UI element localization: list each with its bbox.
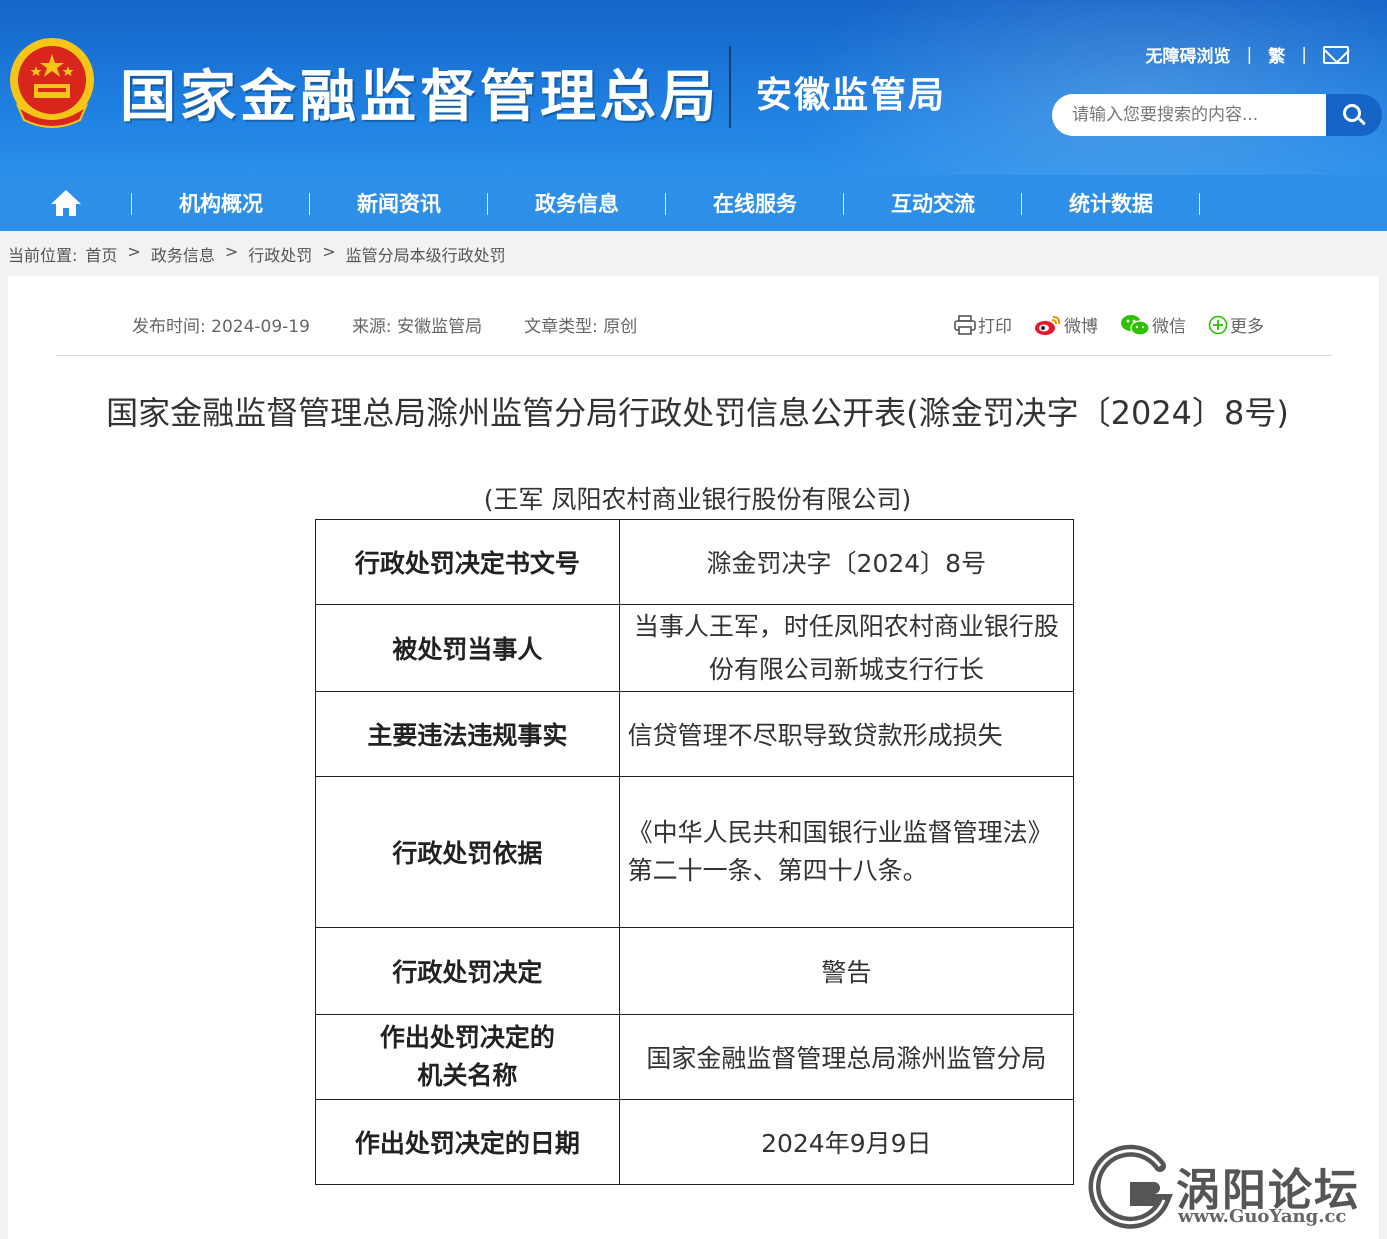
row-key: 作出处罚决定的日期 [315, 1099, 620, 1185]
traditional-chinese-link[interactable]: 繁 [1268, 42, 1285, 67]
row-value: 2024年9月9日 [618, 1099, 1075, 1185]
link-separator: | [1246, 44, 1253, 65]
table-row: 行政处罚依据 《中华人民共和国银行业监督管理法》第二十一条、第四十八条。 [315, 776, 1075, 928]
forum-watermark: 涡阳论坛 www.GuoYang.cc [1088, 1140, 1383, 1232]
more-label: 更多 [1230, 317, 1264, 337]
header-divider [729, 46, 731, 128]
row-value: 《中华人民共和国银行业监督管理法》第二十一条、第四十八条。 [618, 776, 1075, 928]
table-row: 行政处罚决定 警告 [315, 927, 1075, 1015]
search-input[interactable] [1052, 94, 1326, 136]
branch-title: 安徽监管局 [756, 75, 947, 116]
print-label: 打印 [978, 317, 1012, 337]
nav-item-online-service[interactable]: 在线服务 [666, 175, 844, 231]
article-type: 文章类型: 原创 [524, 317, 638, 337]
table-row: 行政处罚决定书文号 滁金罚决字〔2024〕8号 [315, 519, 1075, 605]
plus-circle-icon [1208, 315, 1228, 334]
breadcrumb-branch-penalties[interactable]: 监管分局本级行政处罚 [346, 242, 506, 266]
more-share-button[interactable]: 更多 [1208, 312, 1264, 337]
row-key: 被处罚当事人 [315, 604, 620, 692]
wechat-label: 微信 [1152, 317, 1186, 337]
penalty-table: 行政处罚决定书文号 滁金罚决字〔2024〕8号 被处罚当事人 当事人王军，时任凤… [315, 519, 1075, 1185]
national-emblem-icon [10, 38, 94, 128]
row-value: 信贷管理不尽职导致贷款形成损失 [618, 691, 1075, 777]
nav-item-label: 政务信息 [535, 192, 619, 216]
nav-item-label: 统计数据 [1069, 192, 1153, 216]
wechat-share-button[interactable]: 微信 [1120, 312, 1186, 337]
nav-item-label: 互动交流 [891, 192, 975, 216]
nav-item-interaction[interactable]: 互动交流 [844, 175, 1022, 231]
search-box [1052, 94, 1382, 136]
nav-item-government-info[interactable]: 政务信息 [488, 175, 666, 231]
row-key: 行政处罚依据 [315, 776, 620, 928]
mail-icon[interactable] [1323, 45, 1349, 64]
nav-item-about[interactable]: 机构概况 [132, 175, 310, 231]
article-panel: 发布时间: 2024-09-19 来源: 安徽监管局 文章类型: 原创 打印 微… [8, 276, 1379, 1239]
breadcrumb-separator: > [224, 242, 239, 261]
nav-item-statistics[interactable]: 统计数据 [1022, 175, 1200, 231]
row-value: 国家金融监督管理总局滁州监管分局 [618, 1014, 1075, 1100]
table-row: 被处罚当事人 当事人王军，时任凤阳农村商业银行股份有限公司新城支行行长 [315, 604, 1075, 692]
site-header: 国家金融监督管理总局 安徽监管局 无障碍浏览 | 繁 | [0, 0, 1387, 175]
article-source: 来源: 安徽监管局 [351, 317, 483, 337]
wechat-icon [1121, 314, 1150, 336]
share-bar: 打印 微博 微信 更多 [954, 312, 1264, 337]
nav-item-news[interactable]: 新闻资讯 [310, 175, 488, 231]
nav-item-label: 在线服务 [713, 192, 797, 216]
search-icon-handle [1358, 117, 1366, 126]
home-icon [51, 190, 81, 216]
search-button[interactable] [1326, 94, 1382, 136]
breadcrumb-separator: > [127, 242, 141, 261]
meta-divider [56, 355, 1332, 356]
breadcrumb-penalties[interactable]: 行政处罚 [248, 242, 312, 266]
weibo-icon [1035, 315, 1061, 335]
nav-divider [1199, 193, 1200, 215]
table-row: 作出处罚决定的日期 2024年9月9日 [315, 1099, 1075, 1185]
article-title: 国家金融监督管理总局滁州监管分局行政处罚信息公开表(滁金罚决字〔2024〕8号) [106, 394, 1289, 432]
site-title: 国家金融监督管理总局 [120, 65, 720, 130]
accessible-link[interactable]: 无障碍浏览 [1146, 42, 1231, 67]
table-row: 主要违法违规事实 信贷管理不尽职导致贷款形成损失 [315, 691, 1075, 777]
row-value: 滁金罚决字〔2024〕8号 [618, 519, 1075, 605]
table-row: 作出处罚决定的机关名称 国家金融监督管理总局滁州监管分局 [315, 1014, 1075, 1100]
main-nav: 机构概况 新闻资讯 政务信息 在线服务 互动交流 统计数据 [0, 175, 1387, 231]
weibo-label: 微博 [1064, 317, 1098, 337]
breadcrumb-government-info[interactable]: 政务信息 [151, 242, 215, 266]
row-key: 作出处罚决定的机关名称 [315, 1014, 620, 1100]
nav-item-label: 新闻资讯 [357, 192, 441, 216]
breadcrumb-label: 当前位置: [8, 246, 78, 265]
print-button[interactable]: 打印 [954, 312, 1012, 337]
breadcrumb-separator: > [322, 242, 336, 261]
row-key: 行政处罚决定 [315, 927, 620, 1015]
article-meta: 发布时间: 2024-09-19 来源: 安徽监管局 文章类型: 原创 [132, 312, 637, 337]
weibo-share-button[interactable]: 微博 [1034, 312, 1098, 337]
printer-icon [954, 314, 976, 335]
row-value: 当事人王军，时任凤阳农村商业银行股份有限公司新城支行行长 [618, 604, 1075, 692]
top-links: 无障碍浏览 | 繁 | [1146, 42, 1349, 67]
breadcrumb-home[interactable]: 首页 [85, 242, 117, 266]
breadcrumb: 当前位置: 首页 > 政务信息 > 行政处罚 > 监管分局本级行政处罚 [8, 242, 506, 266]
forum-url: www.GuoYang.cc [1178, 1206, 1347, 1227]
link-separator: | [1301, 44, 1307, 65]
nav-item-label: 机构概况 [179, 192, 263, 216]
row-value: 警告 [618, 927, 1075, 1015]
row-key: 主要违法违规事实 [315, 691, 620, 777]
article-subject: (王军 凤阳农村商业银行股份有限公司) [483, 485, 912, 514]
forum-logo-icon [1088, 1144, 1173, 1229]
nav-home[interactable] [0, 175, 132, 231]
row-key: 行政处罚决定书文号 [315, 519, 620, 605]
publish-date: 发布时间: 2024-09-19 [132, 317, 310, 337]
